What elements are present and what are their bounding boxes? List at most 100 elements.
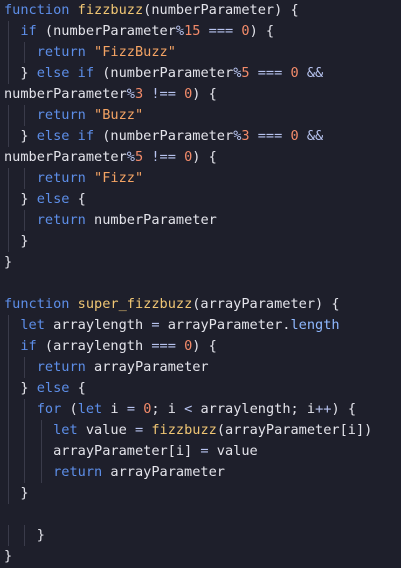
code-editor[interactable]: function fizzbuzz(numberParameter) { if … (0, 0, 401, 568)
code-token: fizzbuzz (77, 2, 144, 18)
indent-guide (8, 420, 9, 441)
code-line[interactable]: function super_fizzbuzz(arrayParameter) … (0, 294, 401, 315)
code-line[interactable]: let value = fizzbuzz(arrayParameter[i]) (0, 420, 401, 441)
code-token: % (175, 23, 185, 39)
code-line[interactable]: return "FizzBuzz" (0, 42, 401, 63)
indent-guide (8, 168, 9, 189)
code-line[interactable]: numberParameter%3 !== 0) { (0, 84, 401, 105)
code-line[interactable]: function fizzbuzz(numberParameter) { (0, 0, 401, 21)
code-token: && (298, 128, 324, 144)
code-token: 5 (241, 65, 250, 81)
code-token: numberParameter (94, 212, 217, 228)
code-token: return (36, 359, 86, 375)
indent-guide (8, 336, 9, 357)
code-token: (numberParameter (36, 23, 176, 39)
code-token: return (36, 170, 95, 186)
code-token: "Fizz" (94, 170, 144, 186)
code-token: 0 (241, 23, 250, 39)
code-token: % (126, 149, 135, 165)
indent-guide (8, 105, 9, 126)
code-token: = (126, 401, 135, 417)
code-token: = (134, 422, 144, 438)
code-token: = (200, 443, 209, 459)
code-token: return (36, 212, 95, 228)
code-line[interactable]: let arraylength = arrayParameter.length (0, 315, 401, 336)
code-token: 3 (134, 86, 144, 102)
code-token: let (77, 401, 103, 417)
code-token: let (53, 422, 78, 438)
code-token: { (69, 191, 86, 207)
indent-guide (8, 126, 9, 147)
code-token: else (36, 191, 70, 207)
code-line[interactable]: } else { (0, 378, 401, 399)
code-line[interactable]: } else if (numberParameter%5 === 0 && (0, 63, 401, 84)
code-line[interactable]: return arrayParameter (0, 357, 401, 378)
code-token: ++ (315, 401, 332, 417)
code-token: ( (61, 401, 78, 417)
code-token: return (53, 464, 103, 480)
indent-guide (8, 42, 9, 63)
code-line[interactable]: for (let i = 0; i < arraylength; i++) { (0, 399, 401, 420)
code-token: else if (36, 65, 95, 81)
code-token: ) { (192, 338, 217, 354)
indent-guide (24, 525, 26, 546)
indent-guide (8, 231, 9, 252)
code-line[interactable]: } (0, 525, 401, 546)
code-token: arraylength; i (192, 401, 316, 417)
code-line[interactable] (0, 504, 401, 525)
code-token: === (249, 128, 291, 144)
code-token: value (77, 422, 135, 438)
code-line[interactable]: return "Buzz" (0, 105, 401, 126)
code-token: 15 (184, 23, 201, 39)
code-token: arrayParameter[i] (4, 443, 201, 459)
code-token: (arrayParameter) { (192, 296, 340, 312)
indent-guide (8, 21, 9, 42)
code-token: (arrayParameter[i]) (216, 422, 373, 438)
code-token: === (151, 338, 176, 354)
code-line[interactable]: numberParameter%5 !== 0) { (0, 147, 401, 168)
indent-guide (40, 441, 42, 462)
code-line[interactable]: return numberParameter (0, 210, 401, 231)
code-token: 0 (290, 128, 299, 144)
code-token: return (36, 107, 95, 123)
indent-guide (24, 462, 26, 483)
code-token: "Buzz" (94, 107, 144, 123)
indent-guide (8, 357, 9, 378)
code-line[interactable]: } else { (0, 189, 401, 210)
code-token: fizzbuzz (151, 422, 217, 438)
code-token: function (4, 2, 78, 18)
code-token: = (151, 317, 160, 333)
code-line[interactable]: } (0, 231, 401, 252)
code-token: i (102, 401, 127, 417)
code-line[interactable]: return "Fizz" (0, 168, 401, 189)
indent-guide (8, 441, 9, 462)
code-token: 5 (134, 149, 144, 165)
code-line[interactable]: if (arraylength === 0) { (0, 336, 401, 357)
code-line[interactable]: return arrayParameter (0, 462, 401, 483)
code-token: arraylength (44, 317, 152, 333)
code-content[interactable]: function fizzbuzz(numberParameter) { if … (0, 0, 401, 567)
indent-guide (8, 462, 9, 483)
code-token: { (69, 380, 86, 396)
indent-guide (24, 420, 26, 441)
code-token: ) { (192, 86, 217, 102)
code-line[interactable]: if (numberParameter%15 === 0) { (0, 21, 401, 42)
indent-guide (8, 63, 9, 84)
code-token: function (4, 296, 78, 312)
indent-guide (8, 210, 9, 231)
code-token: && (298, 65, 324, 81)
code-line[interactable]: } else if (numberParameter%3 === 0 && (0, 126, 401, 147)
code-line[interactable]: arrayParameter[i] = value (0, 441, 401, 462)
code-line[interactable]: } (0, 546, 401, 567)
code-token: !== (143, 149, 185, 165)
code-token: length (290, 317, 340, 333)
code-line[interactable]: } (0, 252, 401, 273)
code-token: numberParameter (4, 86, 127, 102)
code-line[interactable]: } (0, 483, 401, 504)
code-line[interactable] (0, 273, 401, 294)
